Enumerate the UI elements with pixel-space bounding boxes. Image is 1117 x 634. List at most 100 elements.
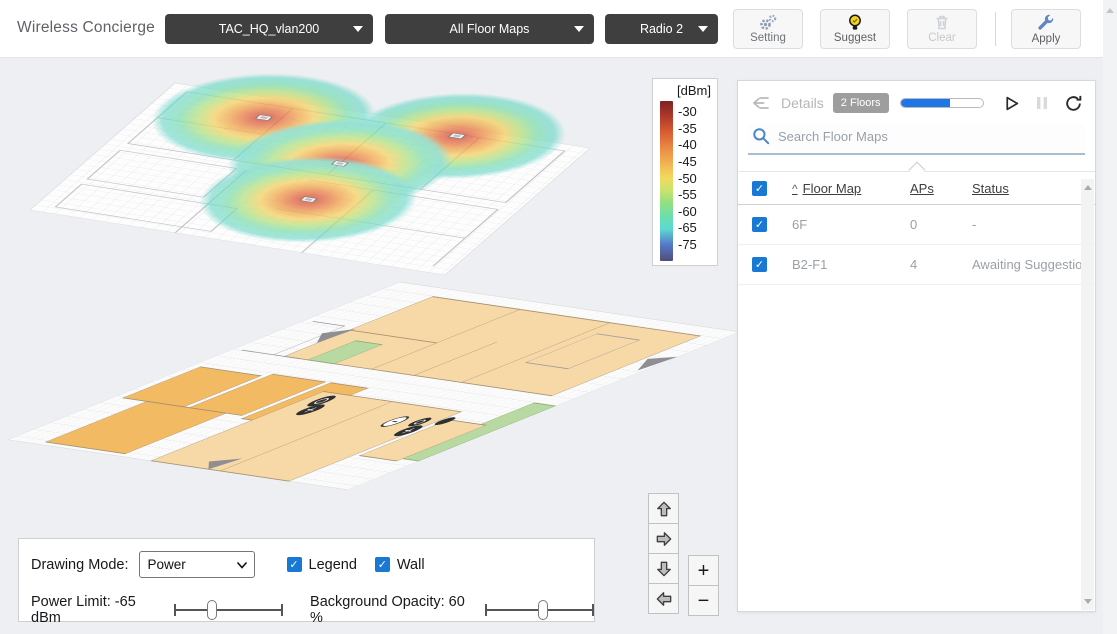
floor-map-b2f1 — [8, 282, 739, 490]
drawing-mode-select[interactable]: Power — [139, 551, 255, 578]
table-row-6f[interactable]: 6F 0 - — [738, 205, 1095, 245]
legend-checkbox-label: Legend — [309, 557, 357, 573]
ap-count: 0 — [910, 217, 972, 232]
scroll-up-icon[interactable] — [1084, 185, 1092, 190]
map-canvas[interactable]: [dBm] -30 -35 -40 -45 -50 -55 -60 -65 -7… — [0, 58, 1117, 634]
chevron-down-icon — [236, 560, 248, 570]
row-checkbox[interactable] — [752, 217, 767, 232]
wrench-icon — [1037, 14, 1055, 32]
pause-icon[interactable] — [1035, 95, 1049, 111]
pan-up-button[interactable] — [648, 493, 679, 524]
power-limit-label: Power Limit: -65 dBm — [31, 594, 166, 626]
progress-fill — [901, 99, 950, 107]
wall-checkbox-label: Wall — [397, 557, 425, 573]
legend-tick: -45 — [678, 155, 697, 168]
caret-down-icon — [698, 26, 708, 32]
select-all-checkbox[interactable] — [752, 181, 767, 196]
caret-down-icon — [574, 26, 584, 32]
legend-tick: -50 — [678, 172, 697, 185]
column-header-floor-map[interactable]: ^Floor Map — [792, 181, 910, 196]
play-icon[interactable] — [1003, 95, 1020, 112]
gears-icon — [758, 14, 778, 31]
refresh-icon[interactable] — [1064, 94, 1083, 113]
trash-icon — [934, 14, 950, 31]
legend-ticks: -30 -35 -40 -45 -50 -55 -60 -65 -75 — [678, 101, 697, 261]
column-header-aps[interactable]: APs — [910, 181, 972, 196]
suggest-button[interactable]: Suggest — [820, 9, 890, 49]
details-panel: Details 2 Floors ^Floor Map — [737, 80, 1096, 612]
dbm-legend: [dBm] -30 -35 -40 -45 -50 -55 -60 -65 -7… — [652, 78, 718, 266]
background-opacity-slider[interactable] — [485, 599, 594, 621]
pan-controls — [648, 494, 679, 614]
suggest-button-label: Suggest — [834, 32, 876, 44]
radio-dropdown[interactable]: Radio 2 — [605, 14, 718, 44]
arrow-down-icon — [654, 559, 674, 579]
suggestion-progress-bar — [900, 98, 984, 108]
row-checkbox[interactable] — [752, 257, 767, 272]
app-title: Wireless Concierge — [17, 19, 155, 37]
floor-maps-dropdown-value: All Floor Maps — [385, 22, 594, 36]
legend-checkbox[interactable] — [287, 557, 302, 572]
background-opacity-slider-thumb[interactable] — [538, 600, 548, 620]
legend-tick: -60 — [678, 205, 697, 218]
background-opacity-label: Background Opacity: 60 % — [310, 594, 477, 626]
collapse-panel-icon[interactable] — [750, 94, 772, 112]
floor-map-6f — [30, 58, 627, 275]
ap-count: 4 — [910, 257, 972, 272]
status-text: Awaiting Suggestion — [972, 257, 1095, 272]
column-header-status[interactable]: Status — [972, 181, 1095, 196]
zoom-controls: + − — [688, 556, 719, 616]
legend-tick: -35 — [678, 122, 697, 135]
panel-scrollbar[interactable] — [1081, 179, 1094, 610]
legend-tick: -30 — [678, 105, 697, 118]
network-dropdown[interactable]: TAC_HQ_vlan200 — [165, 14, 373, 44]
scroll-down-icon[interactable] — [1084, 599, 1092, 604]
zoom-out-button[interactable]: − — [688, 585, 719, 616]
wall-checkbox[interactable] — [375, 557, 390, 572]
apply-button[interactable]: Apply — [1011, 9, 1081, 49]
floor-name: B2-F1 — [792, 257, 910, 272]
toolbar-divider — [995, 12, 996, 46]
page-scrollbar[interactable] — [1103, 0, 1117, 634]
scroll-up-icon[interactable] — [1106, 8, 1114, 13]
floor-map-search[interactable] — [748, 125, 1085, 155]
details-label: Details — [781, 95, 824, 111]
arrow-left-icon — [654, 589, 674, 609]
zoom-in-button[interactable]: + — [688, 555, 719, 586]
drawing-mode-value: Power — [148, 557, 186, 572]
apply-button-label: Apply — [1032, 33, 1061, 45]
sort-ascending-icon: ^ — [792, 182, 798, 196]
floors-count-badge: 2 Floors — [833, 93, 889, 113]
legend-tick: -65 — [678, 221, 697, 234]
legend-title: [dBm] — [660, 83, 711, 98]
drawing-mode-label: Drawing Mode: — [31, 557, 129, 573]
legend-tick: -55 — [678, 188, 697, 201]
pan-left-button[interactable] — [648, 583, 679, 614]
legend-gradient-bar — [660, 101, 673, 261]
legend-tick: -75 — [678, 238, 697, 251]
pan-down-button[interactable] — [648, 553, 679, 584]
table-body: 6F 0 - B2-F1 4 Awaiting Suggestion — [738, 205, 1095, 285]
search-input[interactable] — [778, 129, 1083, 144]
table-row-b2f1[interactable]: B2-F1 4 Awaiting Suggestion — [738, 245, 1095, 285]
power-limit-slider[interactable] — [174, 599, 283, 621]
drawing-controls-panel: Drawing Mode: Power Legend Wall Power Li… — [18, 538, 595, 622]
power-limit-slider-thumb[interactable] — [207, 600, 217, 620]
setting-button[interactable]: Setting — [733, 9, 803, 49]
network-dropdown-value: TAC_HQ_vlan200 — [165, 22, 373, 36]
legend-tick: -40 — [678, 138, 697, 151]
pan-right-button[interactable] — [648, 523, 679, 554]
details-panel-header: Details 2 Floors — [738, 81, 1095, 121]
table-notch — [908, 162, 925, 179]
setting-button-label: Setting — [750, 32, 786, 44]
status-text: - — [972, 217, 1095, 232]
legend-toggle[interactable]: Legend — [287, 557, 357, 573]
clear-button-label: Clear — [928, 32, 955, 44]
floor-maps-dropdown[interactable]: All Floor Maps — [385, 14, 594, 44]
top-toolbar: Wireless Concierge TAC_HQ_vlan200 All Fl… — [0, 0, 1117, 58]
lightbulb-icon — [847, 14, 863, 31]
clear-button[interactable]: Clear — [907, 9, 977, 49]
search-icon — [752, 127, 770, 145]
wall-toggle[interactable]: Wall — [375, 557, 425, 573]
floor-map-table: ^Floor Map APs Status 6F 0 - B2-F1 4 Awa… — [738, 171, 1095, 285]
